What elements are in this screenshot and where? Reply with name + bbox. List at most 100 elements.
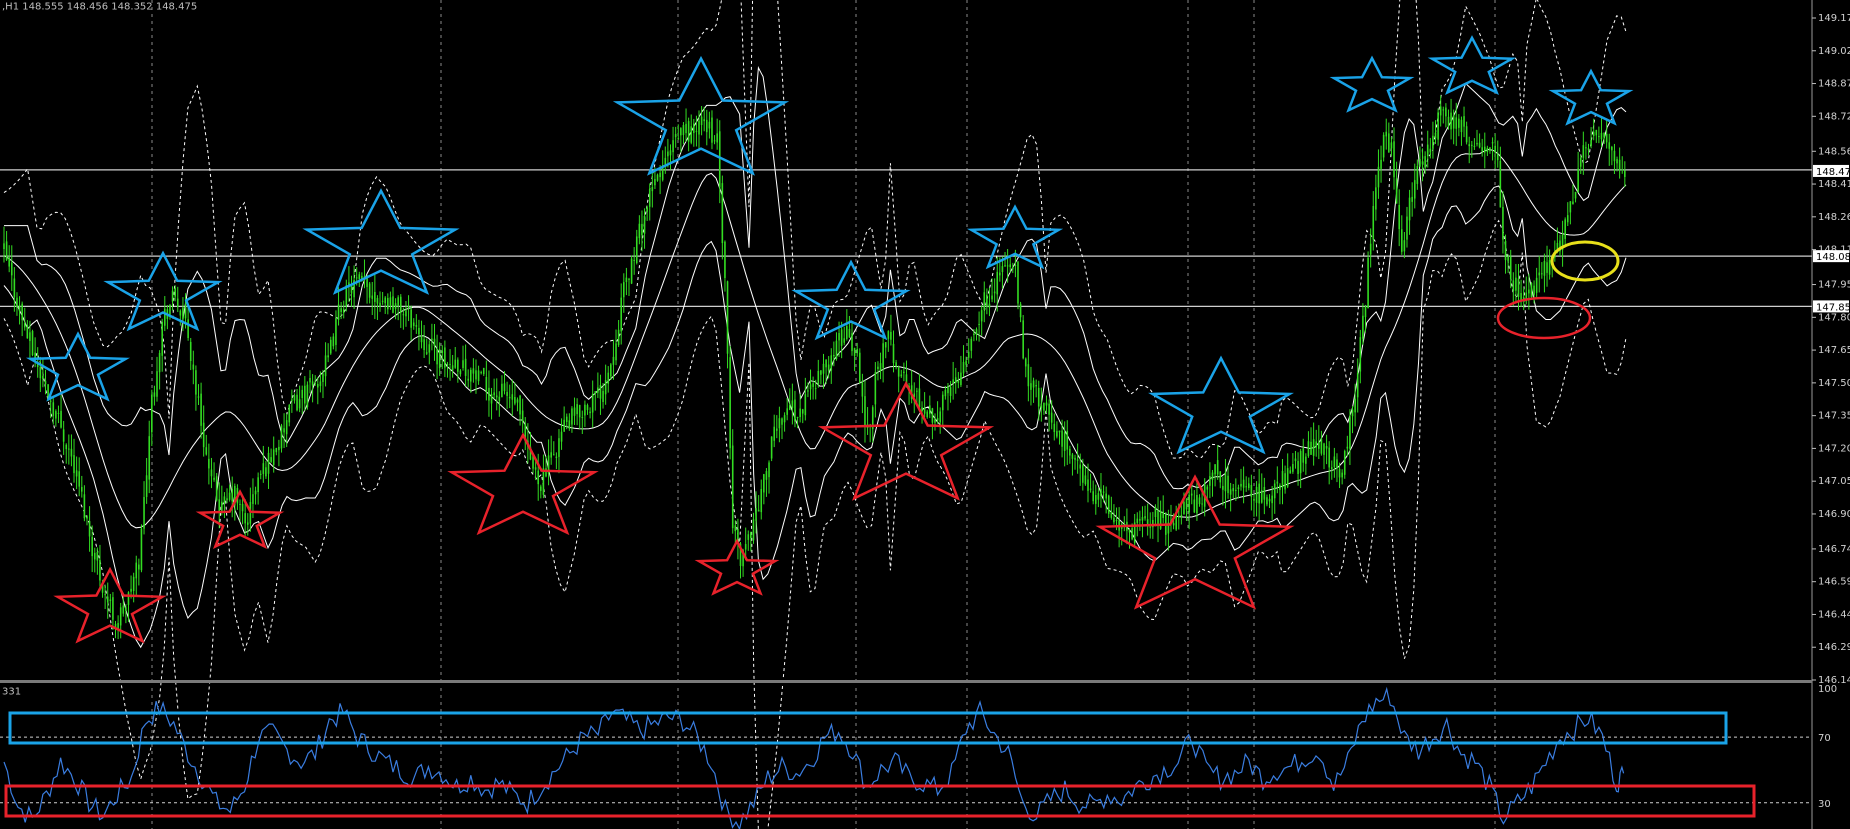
- candle-body: [778, 418, 781, 429]
- candle-body: [218, 499, 221, 511]
- candle-body: [1377, 166, 1380, 188]
- candle-body: [252, 494, 254, 504]
- candle-body: [1159, 511, 1162, 529]
- candle-body: [1258, 483, 1260, 504]
- candle-body: [1411, 196, 1413, 202]
- candle-body: [1364, 306, 1367, 318]
- candle-body: [967, 351, 970, 358]
- candle-body: [91, 536, 93, 557]
- low-star-icon: [817, 380, 995, 501]
- panel-separator[interactable]: [0, 680, 1812, 683]
- candle-body: [1157, 510, 1159, 525]
- candle-body: [682, 125, 685, 136]
- candle-body: [711, 117, 713, 143]
- candle-body: [765, 471, 768, 480]
- candle-body: [1517, 278, 1520, 297]
- candle-body: [1533, 285, 1535, 295]
- candle-body: [415, 325, 418, 327]
- tick-label: 147.05: [1818, 476, 1850, 487]
- candle-body: [511, 394, 514, 400]
- candle-body: [890, 331, 892, 340]
- candle-body: [1011, 267, 1014, 270]
- candle-body: [1089, 488, 1092, 490]
- candle-body: [918, 388, 921, 408]
- candle-body: [88, 521, 91, 537]
- candle-body: [1017, 261, 1019, 304]
- tick-label: 146.90: [1818, 509, 1850, 520]
- candle-body: [1535, 277, 1538, 293]
- candle-body: [332, 336, 335, 347]
- candle-body: [1429, 148, 1432, 153]
- candle-body: [379, 302, 381, 307]
- candle-body: [62, 429, 65, 442]
- candle-body: [467, 378, 470, 381]
- candle-body: [628, 278, 630, 280]
- candle-body: [1030, 383, 1032, 390]
- rsi-tick-label: 30: [1818, 799, 1831, 810]
- candle-body: [796, 416, 799, 418]
- candle-body: [591, 393, 594, 413]
- candle-body: [923, 407, 926, 414]
- candle-body: [853, 348, 856, 356]
- candle-body: [475, 370, 477, 380]
- candle-body: [1447, 116, 1450, 126]
- candle-body: [226, 498, 228, 501]
- candle-body: [1369, 243, 1372, 255]
- candle-body: [856, 349, 859, 354]
- candle-body: [1266, 497, 1268, 505]
- candle-body: [257, 477, 259, 493]
- candle-body: [405, 310, 407, 317]
- candle-body: [589, 411, 591, 414]
- candle-body: [625, 277, 628, 283]
- candle-body: [296, 394, 298, 411]
- candle-body: [695, 130, 698, 132]
- candle-body: [1069, 448, 1071, 456]
- price-label: 147.85: [1816, 302, 1850, 313]
- candle-body: [672, 140, 674, 153]
- candle-body: [519, 395, 521, 415]
- candle-body: [830, 355, 833, 371]
- candle-body: [747, 534, 750, 540]
- candle-body: [604, 379, 607, 395]
- candle-body: [1045, 402, 1048, 406]
- price-panel: 149.17149.02148.87148.72148.56148.41148.…: [0, 0, 1850, 829]
- candle-body: [192, 364, 195, 370]
- candle-body: [301, 389, 304, 399]
- band-middle: [3, 148, 1627, 529]
- candle-body: [858, 352, 861, 382]
- candle-body: [757, 509, 760, 512]
- candle-body: [93, 552, 96, 560]
- candle-body: [1325, 446, 1328, 449]
- candle-body: [545, 468, 547, 477]
- candle-body: [1253, 498, 1255, 501]
- candle-body: [1390, 142, 1393, 149]
- candle-body: [1403, 240, 1406, 252]
- candle-body: [638, 223, 641, 239]
- candle-body: [1338, 468, 1341, 478]
- candle-body: [13, 278, 16, 298]
- candle-body: [1035, 384, 1037, 387]
- candle-body: [1442, 109, 1445, 111]
- tick-label: 147.80: [1818, 312, 1850, 323]
- candle-body: [944, 389, 947, 397]
- high-star-icon: [302, 188, 460, 295]
- tick-label: 148.26: [1818, 212, 1850, 223]
- candle-body: [731, 445, 734, 529]
- candle-body: [31, 330, 34, 356]
- candle-body: [254, 490, 257, 495]
- candle-body: [163, 308, 166, 326]
- candle-body: [60, 410, 62, 428]
- candle-body: [1351, 409, 1354, 417]
- candle-body: [86, 516, 88, 519]
- candle-body: [1004, 265, 1006, 267]
- candle-body: [926, 411, 929, 418]
- candle-body: [262, 463, 265, 474]
- candle-body: [1413, 180, 1416, 199]
- candle-body: [1024, 358, 1027, 367]
- rsi-axis: 100 70 30: [1818, 684, 1837, 810]
- candle-body: [1416, 166, 1419, 184]
- candle-body: [931, 408, 934, 423]
- candle-body: [563, 419, 565, 432]
- tick-label: 148.87: [1818, 79, 1850, 90]
- candle-body: [503, 383, 506, 392]
